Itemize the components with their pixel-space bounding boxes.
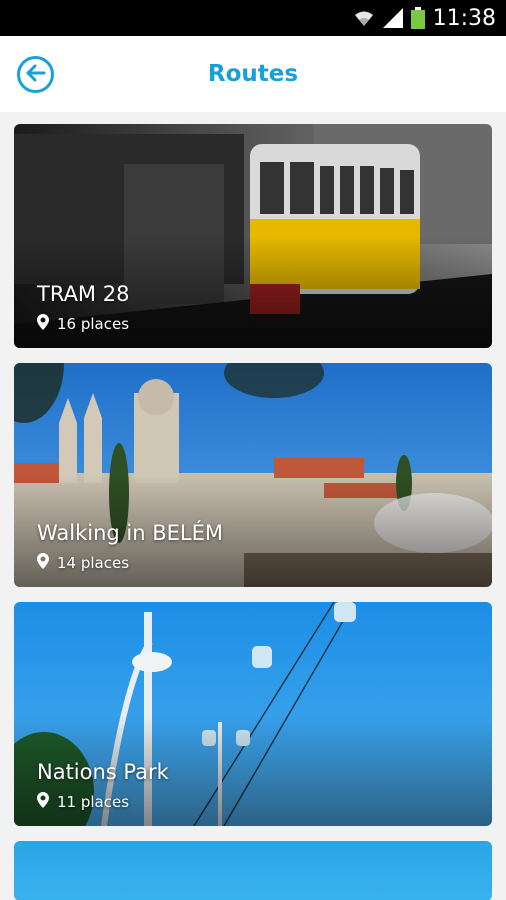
app-header: Routes — [0, 36, 506, 112]
back-button[interactable] — [17, 56, 54, 93]
route-title: Nations Park — [37, 760, 169, 784]
route-meta: 16 places — [37, 314, 129, 334]
arrow-left-icon — [26, 64, 46, 86]
places-count: 11 places — [57, 793, 130, 811]
status-time: 11:38 — [432, 5, 496, 31]
route-meta: 11 places — [37, 792, 129, 812]
route-card-walking-in-belem[interactable]: Walking in BELÉM 14 places — [14, 363, 492, 587]
wifi-icon — [353, 8, 375, 28]
signal-icon — [382, 8, 403, 28]
route-card-partial[interactable] — [14, 841, 492, 900]
map-pin-icon — [37, 553, 49, 573]
status-bar: 11:38 — [0, 0, 506, 36]
places-count: 14 places — [57, 554, 130, 572]
map-pin-icon — [37, 792, 49, 812]
route-card-nations-park[interactable]: Nations Park 11 places — [14, 602, 492, 826]
route-meta: 14 places — [37, 553, 129, 573]
map-pin-icon — [37, 314, 49, 334]
routes-list: TRAM 28 16 places Walking in BELÉM 14 pl… — [14, 124, 492, 900]
places-count: 16 places — [57, 315, 130, 333]
route-title: Walking in BELÉM — [37, 521, 224, 545]
page-title: Routes — [207, 61, 299, 87]
battery-icon — [410, 7, 425, 29]
route-card-tram-28[interactable]: TRAM 28 16 places — [14, 124, 492, 348]
route-title: TRAM 28 — [37, 282, 130, 306]
